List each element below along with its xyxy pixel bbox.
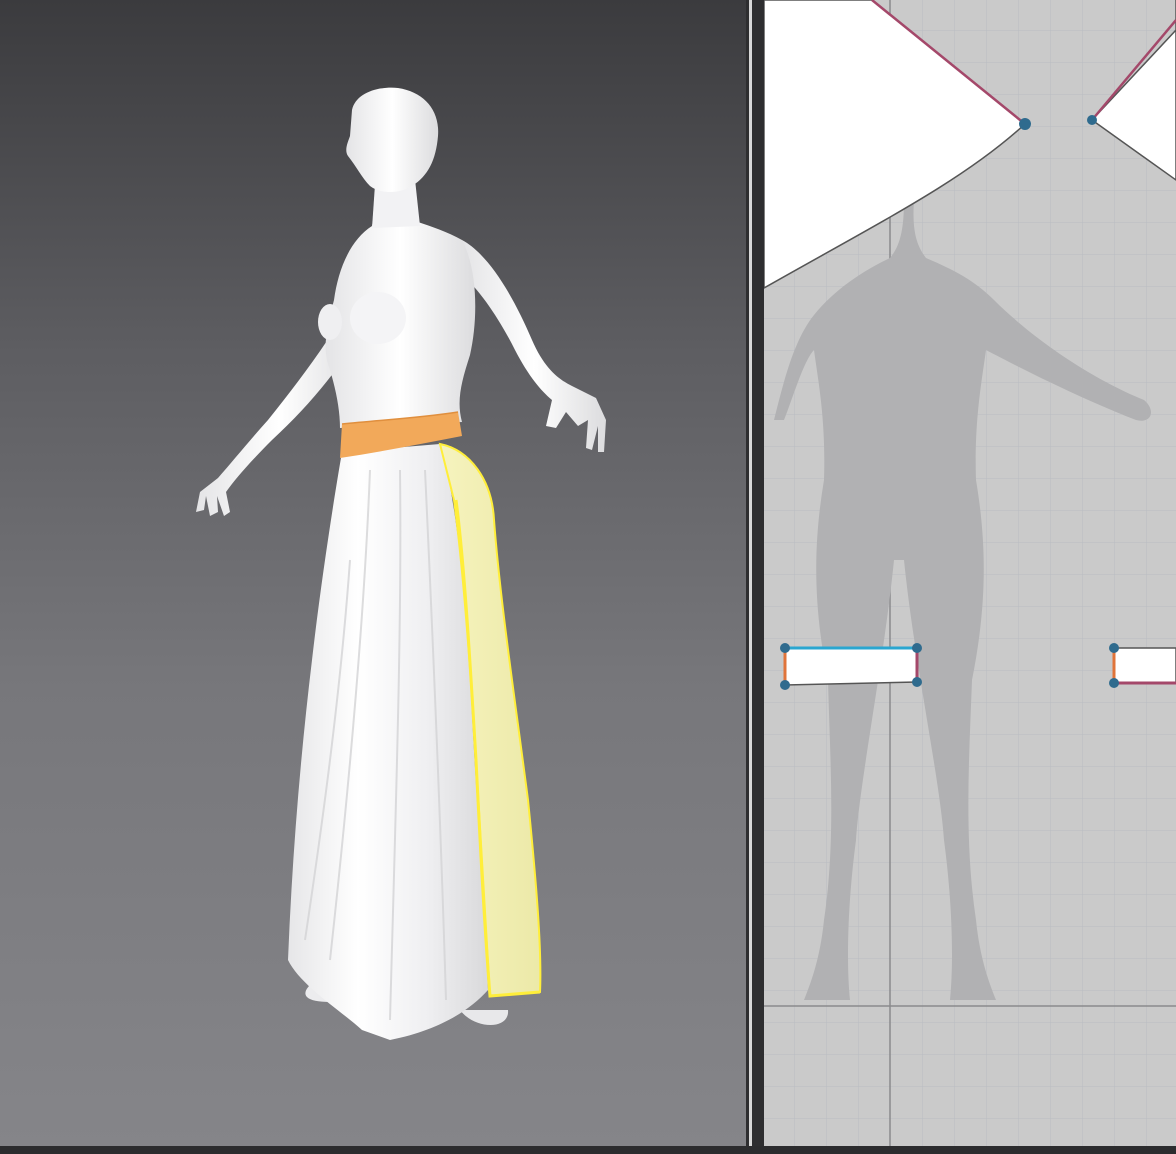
waistband-piece-left[interactable] — [784, 647, 918, 686]
pattern-vertex[interactable] — [780, 680, 790, 690]
2d-pattern-viewport[interactable] — [764, 0, 1176, 1146]
pattern-vertex[interactable] — [1019, 118, 1031, 130]
pattern-vertex[interactable] — [912, 643, 922, 653]
viewport-divider[interactable] — [746, 0, 764, 1154]
pattern-vertex[interactable] — [912, 677, 922, 687]
avatar-chest — [350, 292, 406, 344]
pattern-vertex[interactable] — [780, 643, 790, 653]
pattern-vertex[interactable] — [1087, 115, 1097, 125]
avatar-head — [346, 87, 439, 192]
3d-viewport[interactable] — [0, 0, 746, 1146]
waistband-piece-right[interactable] — [1113, 647, 1176, 684]
3d-scene[interactable] — [0, 0, 746, 1146]
pattern-vertex[interactable] — [1109, 678, 1119, 688]
avatar-right-arm — [462, 240, 606, 452]
2d-pattern-canvas[interactable] — [764, 0, 1176, 1146]
window-bottom-border — [0, 1146, 1176, 1154]
pattern-vertex[interactable] — [1109, 643, 1119, 653]
